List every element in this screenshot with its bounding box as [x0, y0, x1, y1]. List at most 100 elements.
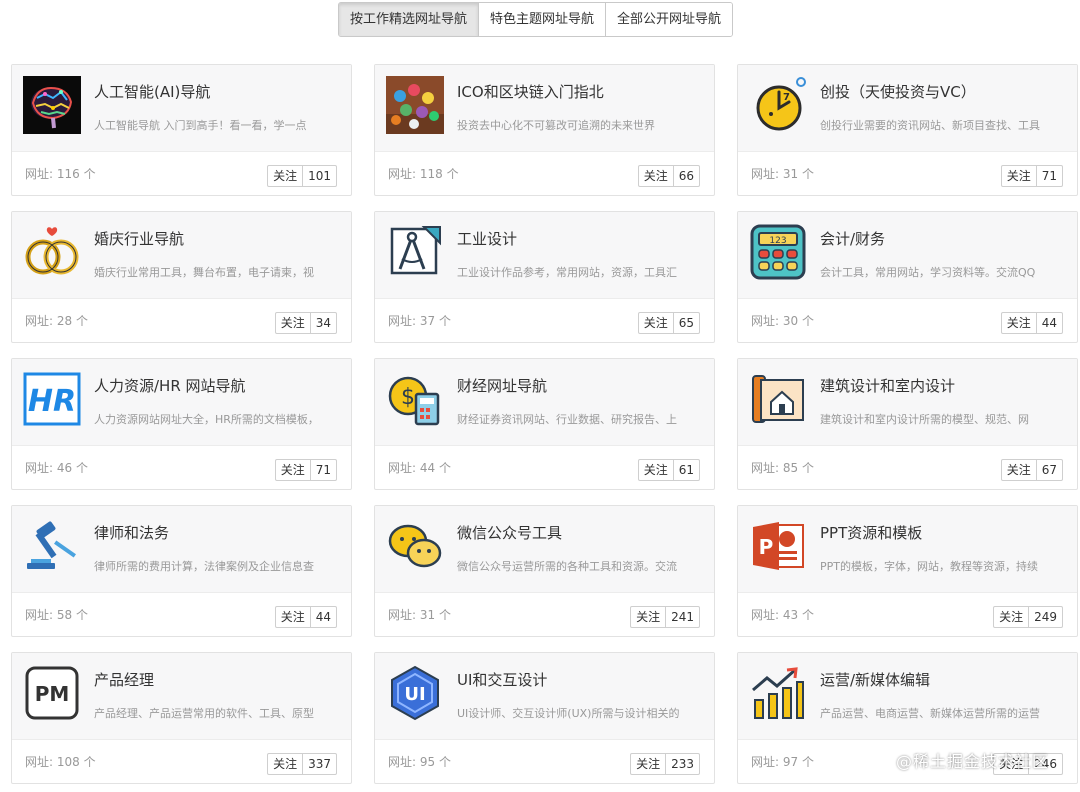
url-count: 网址: 28 个 [25, 314, 88, 328]
follow-label: 关注 [276, 460, 311, 480]
nav-card[interactable]: UI UI和交互设计 UI设计师、交互设计师(UX)所需与设计相关的 网址: 9… [374, 652, 715, 784]
card-description: 建筑设计和室内设计所需的模型、规范、网 [820, 413, 1029, 426]
nav-card[interactable]: 建筑设计和室内设计 建筑设计和室内设计所需的模型、规范、网 网址: 85 个 关… [737, 358, 1078, 490]
follow-count: 71 [315, 463, 331, 477]
follow-button[interactable]: 关注 34 [274, 312, 337, 334]
url-count: 网址: 30 个 [751, 314, 814, 328]
follow-button[interactable]: 关注 67 [1000, 459, 1063, 481]
nav-card[interactable]: PM 产品经理 产品经理、产品运营常用的软件、工具、原型 网址: 108 个 关… [11, 652, 352, 784]
card-description: 工业设计作品参考，常用网站，资源，工具汇 [457, 266, 677, 279]
card-title[interactable]: 财经网址导航 [457, 375, 547, 396]
url-count: 网址: 85 个 [751, 461, 814, 475]
card-title[interactable]: 创投（天使投资与VC） [820, 81, 976, 102]
follow-label: 关注 [268, 754, 304, 774]
follow-button[interactable]: 关注 65 [637, 312, 700, 334]
card-title[interactable]: 人力资源/HR 网站导航 [94, 375, 246, 396]
card-description: 产品运营、电商运营、新媒体运营所需的运营 [820, 707, 1040, 720]
url-count: 网址: 95 个 [388, 755, 451, 769]
card-footer: 网址: 95 个 关注 233 [375, 740, 714, 783]
follow-label: 关注 [639, 166, 674, 186]
card-footer: 网址: 30 个 关注 44 [738, 299, 1077, 342]
follow-button[interactable]: 关注 44 [1000, 312, 1063, 334]
follow-button[interactable]: 关注 61 [637, 459, 700, 481]
card-title[interactable]: 婚庆行业导航 [94, 228, 184, 249]
nav-card[interactable]: $ 财经网址导航 财经证券资讯网站、行业数据、研究报告、上 网址: 44 个 关… [374, 358, 715, 490]
nav-card[interactable]: 7 创投（天使投资与VC） 创投行业需要的资讯网站、新项目查找、工具 网址: 3… [737, 64, 1078, 196]
card-title[interactable]: 建筑设计和室内设计 [820, 375, 955, 396]
card-header: $ 财经网址导航 财经证券资讯网站、行业数据、研究报告、上 [375, 359, 714, 446]
svg-text:123: 123 [769, 236, 786, 246]
tab-featured-themes[interactable]: 特色主题网址导航 [479, 3, 607, 36]
url-count: 网址: 44 个 [388, 461, 451, 475]
card-title[interactable]: ICO和区块链入门指北 [457, 81, 604, 102]
finance-icon: $ [386, 370, 444, 428]
tab-curated-by-work[interactable]: 按工作精选网址导航 [339, 3, 480, 36]
blueprint-icon [749, 370, 807, 428]
card-description: 投资去中心化不可篡改可追溯的未来世界 [457, 119, 655, 132]
card-footer: 网址: 28 个 关注 34 [12, 299, 351, 342]
follow-label: 关注 [1002, 313, 1037, 333]
follow-count: 65 [678, 316, 694, 330]
follow-label: 关注 [994, 607, 1030, 627]
follow-label: 关注 [1002, 460, 1037, 480]
follow-count: 241 [671, 610, 694, 624]
card-header: 工业设计 工业设计作品参考，常用网站，资源，工具汇 [375, 212, 714, 299]
card-footer: 网址: 108 个 关注 337 [12, 740, 351, 783]
card-title[interactable]: 人工智能(AI)导航 [94, 81, 210, 102]
card-header: 微信公众号工具 微信公众号运营所需的各种工具和资源。交流 [375, 506, 714, 593]
follow-button[interactable]: 关注 241 [630, 606, 700, 628]
follow-count: 249 [1034, 610, 1057, 624]
nav-card[interactable]: 工业设计 工业设计作品参考，常用网站，资源，工具汇 网址: 37 个 关注 65 [374, 211, 715, 343]
nav-card[interactable]: ICO和区块链入门指北 投资去中心化不可篡改可追溯的未来世界 网址: 118 个… [374, 64, 715, 196]
card-title[interactable]: 微信公众号工具 [457, 522, 562, 543]
card-header: 运营/新媒体编辑 产品运营、电商运营、新媒体运营所需的运营 [738, 653, 1077, 740]
follow-button[interactable]: 关注 71 [1000, 165, 1063, 187]
card-footer: 网址: 58 个 关注 44 [12, 593, 351, 636]
card-footer: 网址: 31 个 关注 71 [738, 152, 1077, 195]
card-footer: 网址: 31 个 关注 241 [375, 593, 714, 636]
follow-button[interactable]: 关注 101 [267, 165, 337, 187]
follow-label: 关注 [276, 313, 311, 333]
nav-card[interactable]: P PPT资源和模板 PPT的模板，字体，网站，教程等资源，持续 网址: 43 … [737, 505, 1078, 637]
nav-card[interactable]: 律师和法务 律师所需的费用计算，法律案例及企业信息查 网址: 58 个 关注 4… [11, 505, 352, 637]
url-count: 网址: 116 个 [25, 167, 96, 181]
follow-button[interactable]: 关注 71 [274, 459, 337, 481]
card-header: UI UI和交互设计 UI设计师、交互设计师(UX)所需与设计相关的 [375, 653, 714, 740]
card-description: UI设计师、交互设计师(UX)所需与设计相关的 [457, 707, 680, 720]
card-title[interactable]: 律师和法务 [94, 522, 169, 543]
ai-brain-icon [23, 76, 81, 134]
card-header: 人工智能(AI)导航 人工智能导航 入门到高手！看一看，学一点 [12, 65, 351, 152]
follow-button[interactable]: 关注 44 [274, 606, 337, 628]
follow-button[interactable]: 关注 249 [993, 606, 1063, 628]
follow-button[interactable]: 关注 337 [267, 753, 337, 775]
url-count: 网址: 108 个 [25, 755, 96, 769]
card-footer: 网址: 37 个 关注 65 [375, 299, 714, 342]
card-description: 微信公众号运营所需的各种工具和资源。交流 [457, 560, 677, 573]
url-count: 网址: 58 个 [25, 608, 88, 622]
card-title[interactable]: 工业设计 [457, 228, 517, 249]
card-grid: 人工智能(AI)导航 人工智能导航 入门到高手！看一看，学一点 网址: 116 … [11, 64, 1078, 784]
pm-icon: PM [23, 664, 81, 722]
card-footer: 网址: 118 个 关注 66 [375, 152, 714, 195]
nav-card[interactable]: 人工智能(AI)导航 人工智能导航 入门到高手！看一看，学一点 网址: 116 … [11, 64, 352, 196]
tab-all-public[interactable]: 全部公开网址导航 [606, 3, 733, 36]
card-title[interactable]: PPT资源和模板 [820, 522, 922, 543]
url-count: 网址: 46 个 [25, 461, 88, 475]
nav-card[interactable]: 微信公众号工具 微信公众号运营所需的各种工具和资源。交流 网址: 31 个 关注… [374, 505, 715, 637]
card-title[interactable]: 会计/财务 [820, 228, 885, 249]
card-title[interactable]: UI和交互设计 [457, 669, 547, 690]
card-title[interactable]: 运营/新媒体编辑 [820, 669, 930, 690]
nav-card[interactable]: 婚庆行业导航 婚庆行业常用工具，舞台布置，电子请柬，视 网址: 28 个 关注 … [11, 211, 352, 343]
card-footer: 网址: 85 个 关注 67 [738, 446, 1077, 489]
follow-label: 关注 [1002, 166, 1037, 186]
follow-button[interactable]: 关注 66 [637, 165, 700, 187]
card-title[interactable]: 产品经理 [94, 669, 154, 690]
nav-card[interactable]: HR 人力资源/HR 网站导航 人力资源网站网址大全，HR所需的文档模板， 网址… [11, 358, 352, 490]
card-footer: 网址: 46 个 关注 71 [12, 446, 351, 489]
url-count: 网址: 43 个 [751, 608, 814, 622]
follow-button[interactable]: 关注 233 [630, 753, 700, 775]
nav-card[interactable]: 123 会计/财务 会计工具，常用网站，学习资料等。交流QQ 网址: 30 个 … [737, 211, 1078, 343]
follow-label: 关注 [631, 754, 667, 774]
follow-count: 44 [1041, 316, 1057, 330]
card-description: 人工智能导航 入门到高手！看一看，学一点 [94, 119, 307, 132]
